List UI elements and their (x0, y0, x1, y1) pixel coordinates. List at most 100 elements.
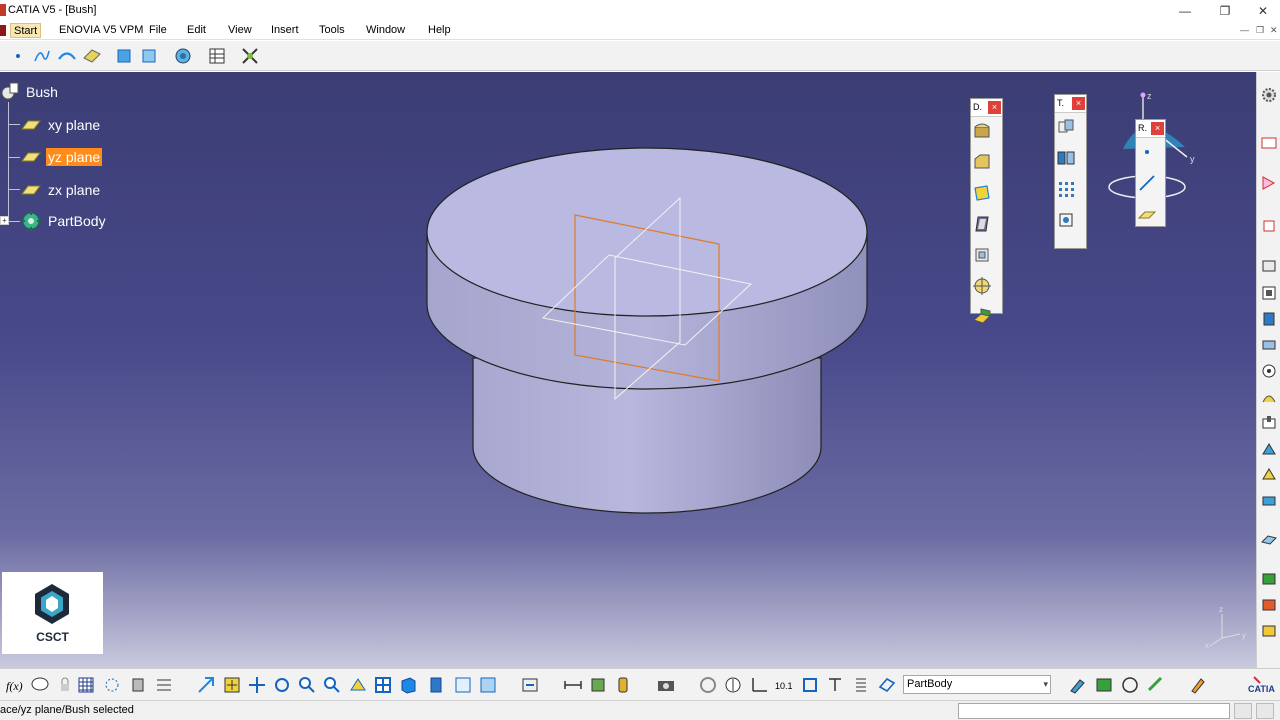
point-icon[interactable] (1136, 141, 1158, 163)
menu-insert[interactable]: Insert (268, 23, 302, 38)
hole-icon[interactable] (1260, 362, 1278, 380)
menu-tools[interactable]: Tools (316, 23, 348, 38)
plane-icon[interactable] (82, 46, 102, 66)
doc-restore-button[interactable]: ❐ (1256, 25, 1264, 36)
doc-close-button[interactable]: ✕ (1270, 25, 1278, 36)
fly-mode-icon[interactable] (196, 675, 216, 695)
normal-view-icon[interactable] (348, 675, 368, 695)
zoom-area-icon[interactable] (800, 675, 820, 695)
body-icon[interactable] (114, 46, 134, 66)
menu-view[interactable]: View (225, 23, 255, 38)
menu-help[interactable]: Help (425, 23, 454, 38)
pad-tool-icon[interactable] (1260, 257, 1278, 275)
reference-elements-toolbar[interactable]: R. × (1135, 119, 1166, 227)
thickness-icon[interactable] (971, 244, 993, 266)
close-icon[interactable]: × (988, 101, 1001, 114)
swap-visible-space-icon[interactable] (478, 675, 498, 695)
multi-view-icon[interactable] (373, 675, 393, 695)
zoom-out-icon[interactable] (322, 675, 342, 695)
measure-item-icon[interactable] (154, 675, 174, 695)
command-button[interactable] (1234, 703, 1252, 719)
measure-between-icon[interactable] (563, 675, 583, 695)
remove-face-icon[interactable] (971, 306, 993, 328)
measure-tool-icon[interactable] (1146, 675, 1166, 695)
sketch-icon[interactable] (1068, 675, 1088, 695)
groove-icon[interactable] (1260, 336, 1278, 354)
split-icon[interactable] (1260, 530, 1278, 548)
spline-icon[interactable] (32, 46, 52, 66)
constraint-icon[interactable] (825, 675, 845, 695)
draft-icon[interactable] (971, 182, 993, 204)
measure-icon[interactable] (128, 675, 148, 695)
curve-icon[interactable] (57, 46, 77, 66)
pocket-tool-icon[interactable] (1260, 284, 1278, 302)
chamfer-icon[interactable] (971, 151, 993, 173)
apply-material-icon[interactable] (613, 675, 633, 695)
hide-show-icon[interactable] (453, 675, 473, 695)
menu-start[interactable]: Start (10, 23, 42, 38)
toolbar-header[interactable]: T. × (1055, 95, 1086, 113)
fillet-icon[interactable] (971, 120, 993, 142)
point-icon[interactable] (8, 46, 28, 66)
thick-surface-icon[interactable] (1260, 570, 1278, 588)
close-button[interactable]: ✕ (1252, 2, 1274, 20)
body-tree-icon[interactable] (139, 46, 159, 66)
toolbar-header[interactable]: R. × (1136, 120, 1165, 138)
shaft-icon[interactable] (1260, 217, 1278, 235)
translate-icon[interactable] (1055, 116, 1077, 138)
zoom-in-icon[interactable] (297, 675, 317, 695)
loft-icon[interactable] (1260, 466, 1278, 484)
shading-icon[interactable] (426, 675, 446, 695)
doc-minimize-button[interactable]: — (1240, 25, 1249, 35)
grid-icon[interactable] (76, 675, 96, 695)
thread-icon[interactable] (971, 275, 993, 297)
pan-icon[interactable] (247, 675, 267, 695)
sketch-analysis-icon[interactable] (240, 46, 260, 66)
3d-compass-icon[interactable] (698, 675, 718, 695)
catalog-icon[interactable] (173, 46, 193, 66)
current-body-select[interactable]: PartBody ▾ (903, 675, 1051, 694)
iso-view-icon[interactable] (398, 675, 418, 695)
shell-icon[interactable] (971, 213, 993, 235)
lock-icon[interactable] (55, 675, 75, 695)
comment-icon[interactable] (30, 675, 50, 695)
dressup-toolbar[interactable]: D. × (970, 98, 1003, 324)
snap-icon[interactable] (102, 675, 122, 695)
command-input[interactable] (958, 703, 1230, 719)
menu-window[interactable]: Window (363, 23, 408, 38)
define-body-icon[interactable] (877, 675, 897, 695)
pattern-icon[interactable] (1055, 178, 1077, 200)
capture-icon[interactable] (656, 675, 676, 695)
rotate-icon[interactable] (272, 675, 292, 695)
assembly-icon[interactable] (1120, 675, 1140, 695)
close-surface-icon[interactable] (1260, 596, 1278, 614)
paint-brush-icon[interactable] (1188, 675, 1208, 695)
revolve-icon[interactable] (1260, 310, 1278, 328)
stiffener-icon[interactable] (1260, 440, 1278, 458)
measure-inertia-icon[interactable] (588, 675, 608, 695)
axis-system-icon[interactable] (749, 675, 769, 695)
part-design-icon[interactable] (1094, 675, 1114, 695)
update-icon[interactable] (520, 675, 540, 695)
minimize-button[interactable]: — (1174, 2, 1196, 20)
toolbar-header[interactable]: D. × (971, 99, 1002, 117)
menu-edit[interactable]: Edit (184, 23, 209, 38)
command-button-2[interactable] (1256, 703, 1274, 719)
formula-icon[interactable]: f(x) (5, 675, 25, 695)
sew-surface-icon[interactable] (1260, 622, 1278, 640)
gear-icon[interactable] (1260, 86, 1278, 104)
turn-head-icon[interactable] (723, 675, 743, 695)
pad-icon[interactable] (1260, 134, 1278, 152)
remove-loft-icon[interactable] (1260, 492, 1278, 510)
fit-all-icon[interactable] (222, 675, 242, 695)
list-icon[interactable] (851, 675, 871, 695)
line-icon[interactable] (1136, 172, 1158, 194)
close-icon[interactable]: × (1151, 122, 1164, 135)
rib-icon[interactable] (1260, 388, 1278, 406)
slot-icon[interactable] (1260, 414, 1278, 432)
dimension-icon[interactable]: 10.1 (774, 675, 794, 695)
plane-icon[interactable] (1136, 203, 1158, 225)
mirror-icon[interactable] (1055, 147, 1077, 169)
3d-viewport[interactable]: Bush xy plane yz plane zx plane + PartBo… (0, 72, 1256, 668)
close-icon[interactable]: × (1072, 97, 1085, 110)
